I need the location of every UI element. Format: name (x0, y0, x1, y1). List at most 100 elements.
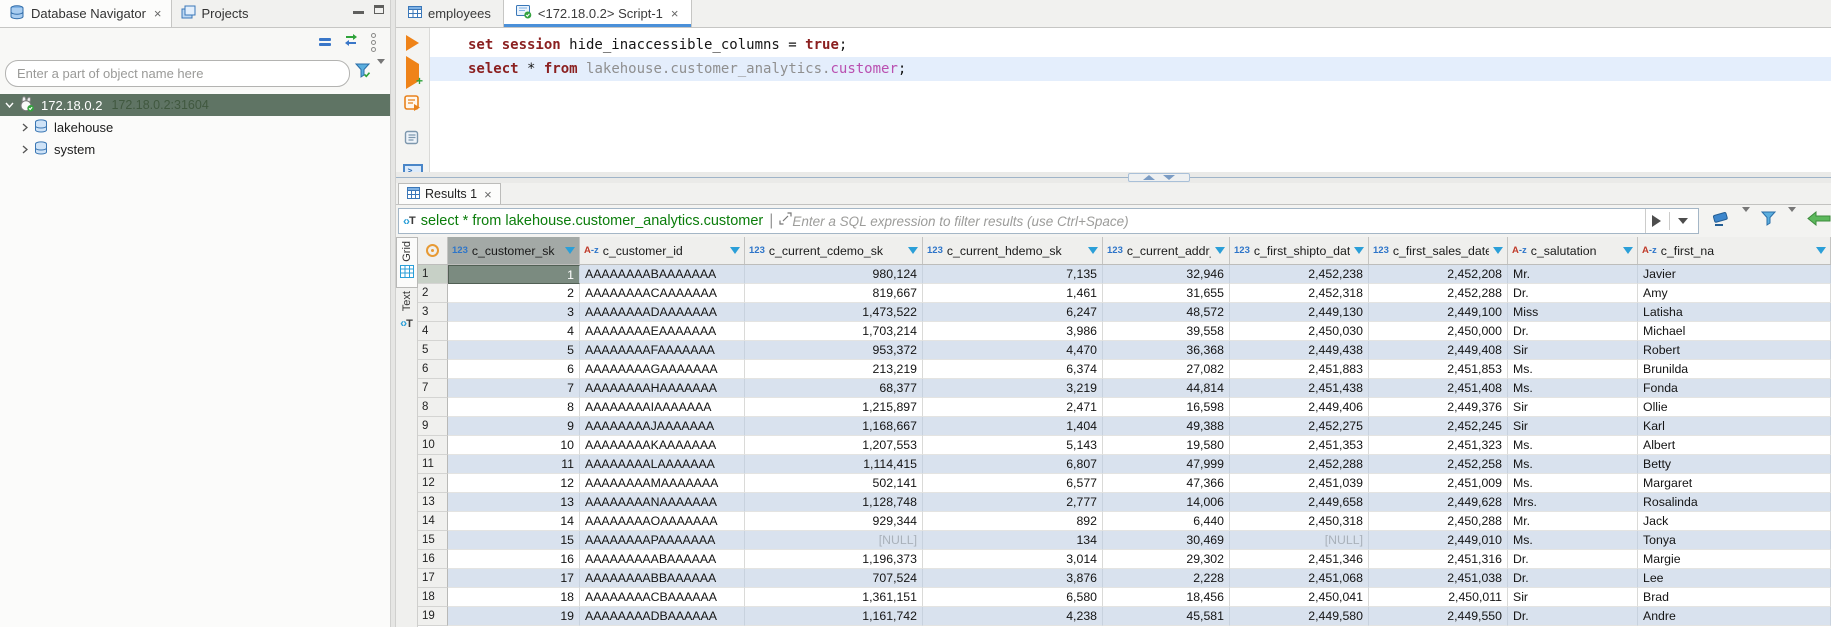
row-number[interactable]: 6 (418, 360, 448, 379)
cell-c_first_sales_date_sk[interactable]: 2,451,316 (1369, 550, 1508, 569)
cell-c_customer_id[interactable]: AAAAAAAANAAAAAAA (580, 493, 745, 512)
cell-c_salutation[interactable]: Mr. (1508, 512, 1638, 531)
cell-c_customer_sk[interactable]: 18 (448, 588, 580, 607)
editor-results-splitter[interactable] (396, 172, 1831, 183)
cell-c_current_hdemo_sk[interactable]: 6,807 (923, 455, 1103, 474)
cell-c_first_na[interactable]: Robert (1638, 341, 1831, 360)
column-header-c_current_cdemo_sk[interactable]: 123c_current_cdemo_sk (745, 237, 923, 264)
execute-new-tab-icon[interactable]: + (406, 64, 419, 82)
cell-c_current_hdemo_sk[interactable]: 3,986 (923, 322, 1103, 341)
cell-c_customer_sk[interactable]: 2 (448, 284, 580, 303)
cell-c_current_cdemo_sk[interactable]: 929,344 (745, 512, 923, 531)
row-number[interactable]: 10 (418, 436, 448, 455)
cell-c_salutation[interactable]: Ms. (1508, 436, 1638, 455)
chevron-down-icon[interactable] (1788, 212, 1796, 230)
close-icon[interactable]: × (154, 6, 162, 21)
cell-c_salutation[interactable]: Sir (1508, 417, 1638, 436)
cell-c_first_shipto_date_sk[interactable]: 2,452,288 (1230, 455, 1369, 474)
cell-c_current_cdemo_sk[interactable]: 1,114,415 (745, 455, 923, 474)
cell-c_current_hdemo_sk[interactable]: 6,580 (923, 588, 1103, 607)
cell-c_current_addr_sk[interactable]: 39,558 (1103, 322, 1230, 341)
cell-c_current_addr_sk[interactable]: 47,999 (1103, 455, 1230, 474)
cell-c_salutation[interactable]: Sir (1508, 588, 1638, 607)
column-header-c_first_na[interactable]: A-zc_first_na (1638, 237, 1831, 264)
cell-c_current_cdemo_sk[interactable]: 953,372 (745, 341, 923, 360)
chevron-down-icon[interactable] (0, 102, 18, 108)
cell-c_current_hdemo_sk[interactable]: 3,014 (923, 550, 1103, 569)
cell-c_current_hdemo_sk[interactable]: 6,374 (923, 360, 1103, 379)
cell-c_first_sales_date_sk[interactable]: 2,451,323 (1369, 436, 1508, 455)
row-number[interactable]: 1 (418, 265, 448, 284)
cell-c_current_hdemo_sk[interactable]: 6,577 (923, 474, 1103, 493)
cell-c_current_addr_sk[interactable]: 29,302 (1103, 550, 1230, 569)
cell-c_first_na[interactable]: Latisha (1638, 303, 1831, 322)
overflow-menu-icon[interactable] (371, 33, 376, 52)
cell-c_current_hdemo_sk[interactable]: 3,219 (923, 379, 1103, 398)
cell-c_first_shipto_date_sk[interactable]: 2,451,346 (1230, 550, 1369, 569)
cell-c_current_cdemo_sk[interactable]: 1,703,214 (745, 322, 923, 341)
tab-employees[interactable]: employees (396, 0, 503, 27)
cell-c_first_shipto_date_sk[interactable]: 2,449,438 (1230, 341, 1369, 360)
cell-c_current_addr_sk[interactable]: 49,388 (1103, 417, 1230, 436)
cell-c_first_na[interactable]: Javier (1638, 265, 1831, 284)
cell-c_first_na[interactable]: Ollie (1638, 398, 1831, 417)
tree-item-connection[interactable]: 172.18.0.2 172.18.0.2:31604 (0, 94, 390, 116)
splitter-up-icon[interactable] (1143, 175, 1155, 180)
cell-c_salutation[interactable]: Dr. (1508, 607, 1638, 626)
row-number[interactable]: 16 (418, 550, 448, 569)
cell-c_first_sales_date_sk[interactable]: 2,451,009 (1369, 474, 1508, 493)
cell-c_current_hdemo_sk[interactable]: 3,876 (923, 569, 1103, 588)
column-header-c_first_shipto_date_sk[interactable]: 123c_first_shipto_date_sk (1230, 237, 1369, 264)
cell-c_current_addr_sk[interactable]: 2,228 (1103, 569, 1230, 588)
cell-c_first_shipto_date_sk[interactable]: [NULL] (1230, 531, 1369, 550)
cell-c_current_cdemo_sk[interactable]: 1,161,742 (745, 607, 923, 626)
close-icon[interactable]: × (671, 6, 679, 21)
tree-item-lakehouse[interactable]: lakehouse (0, 116, 390, 138)
cell-c_current_hdemo_sk[interactable]: 1,461 (923, 284, 1103, 303)
cell-c_current_addr_sk[interactable]: 45,581 (1103, 607, 1230, 626)
cell-c_customer_sk[interactable]: 17 (448, 569, 580, 588)
cell-c_first_shipto_date_sk[interactable]: 2,451,039 (1230, 474, 1369, 493)
cell-c_first_na[interactable]: Tonya (1638, 531, 1831, 550)
cell-c_salutation[interactable]: Miss (1508, 303, 1638, 322)
cell-c_first_na[interactable]: Andre (1638, 607, 1831, 626)
cell-c_first_na[interactable]: Lee (1638, 569, 1831, 588)
cell-c_customer_id[interactable]: AAAAAAAAJAAAAAAA (580, 417, 745, 436)
cell-c_current_hdemo_sk[interactable]: 6,247 (923, 303, 1103, 322)
cell-c_customer_sk[interactable]: 1 (448, 265, 580, 284)
explain-plan-icon[interactable] (404, 130, 421, 151)
cell-c_customer_sk[interactable]: 5 (448, 341, 580, 360)
minimize-icon[interactable] (353, 5, 364, 14)
cell-c_current_hdemo_sk[interactable]: 7,135 (923, 265, 1103, 284)
cell-c_first_sales_date_sk[interactable]: 2,449,408 (1369, 341, 1508, 360)
cell-c_salutation[interactable]: Mr. (1508, 265, 1638, 284)
cell-c_first_na[interactable]: Brad (1638, 588, 1831, 607)
cell-c_salutation[interactable]: Dr. (1508, 284, 1638, 303)
column-dropdown-icon[interactable] (730, 247, 740, 254)
cell-c_first_shipto_date_sk[interactable]: 2,449,580 (1230, 607, 1369, 626)
cell-c_customer_id[interactable]: AAAAAAAAEAAAAAAA (580, 322, 745, 341)
cell-c_current_hdemo_sk[interactable]: 1,404 (923, 417, 1103, 436)
cell-c_salutation[interactable]: Ms. (1508, 474, 1638, 493)
cell-c_first_na[interactable]: Jack (1638, 512, 1831, 531)
presentation-grid[interactable]: Grid (396, 237, 418, 288)
close-icon[interactable]: × (484, 187, 492, 202)
cell-c_first_sales_date_sk[interactable]: 2,451,408 (1369, 379, 1508, 398)
sql-line[interactable]: set session hide_inaccessible_columns = … (430, 33, 1831, 57)
cell-c_first_na[interactable]: Brunilda (1638, 360, 1831, 379)
tab-results-1[interactable]: Results 1 × (398, 183, 501, 204)
tab-script-1[interactable]: <172.18.0.2> Script-1 × (503, 0, 692, 27)
column-header-c_current_addr_sk[interactable]: 123c_current_addr_sk (1103, 237, 1230, 264)
row-number[interactable]: 3 (418, 303, 448, 322)
cell-c_customer_sk[interactable]: 11 (448, 455, 580, 474)
cell-c_first_sales_date_sk[interactable]: 2,451,038 (1369, 569, 1508, 588)
cell-c_customer_id[interactable]: AAAAAAAAHAAAAAAA (580, 379, 745, 398)
eraser-icon[interactable] (1712, 210, 1731, 232)
cell-c_current_hdemo_sk[interactable]: 4,470 (923, 341, 1103, 360)
sql-line[interactable]: select * from lakehouse.customer_analyti… (430, 57, 1831, 81)
cell-c_first_na[interactable]: Amy (1638, 284, 1831, 303)
cell-c_salutation[interactable]: Dr. (1508, 569, 1638, 588)
back-arrow-icon[interactable] (1807, 211, 1831, 231)
column-dropdown-icon[interactable] (1816, 247, 1826, 254)
cell-c_customer_id[interactable]: AAAAAAAAPAAAAAAA (580, 531, 745, 550)
